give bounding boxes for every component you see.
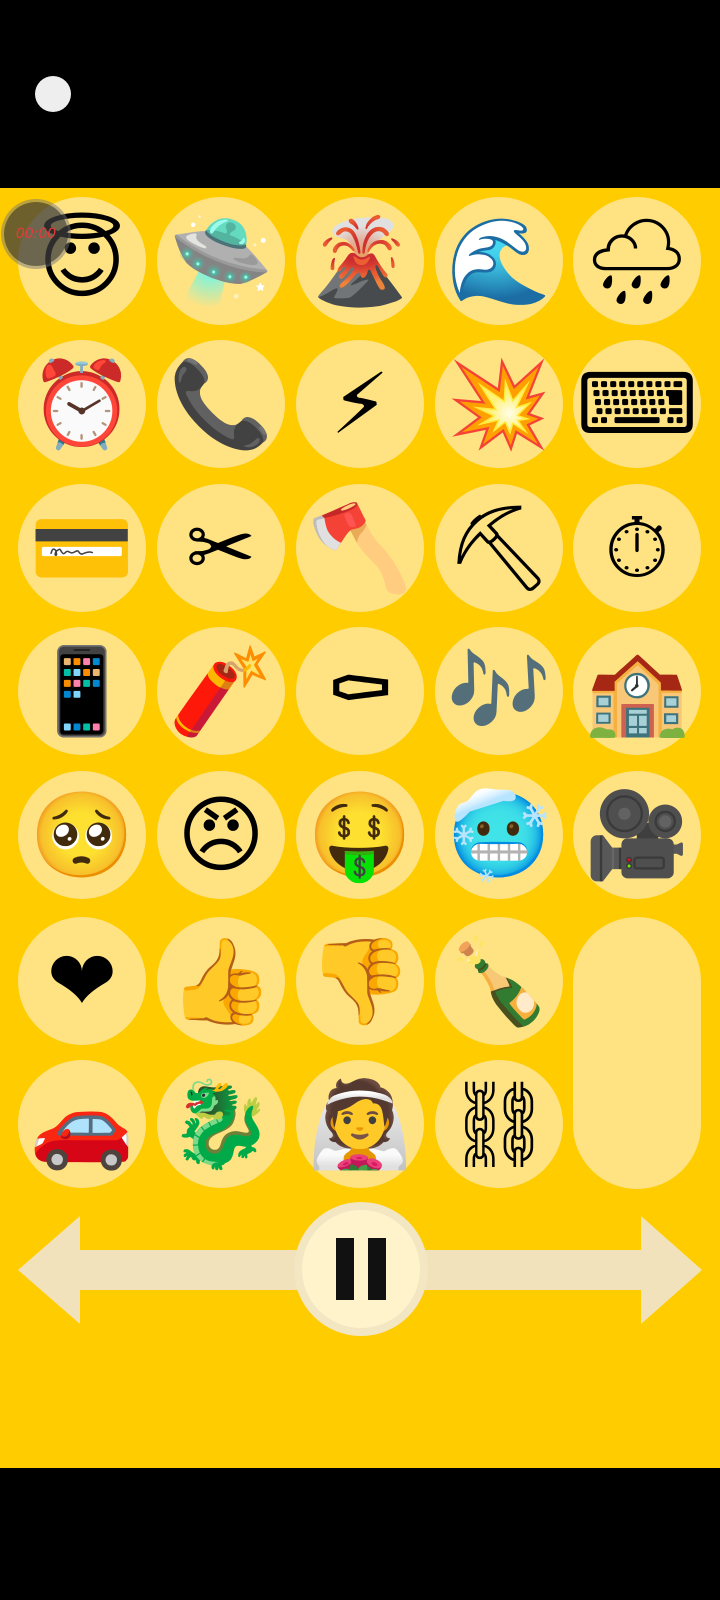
volcano-icon: 🌋 — [307, 212, 413, 310]
tile-flying-saucer[interactable]: 🛸 — [157, 197, 285, 325]
navigation-bar — [0, 1468, 720, 1600]
stopwatch-icon: ⏱ — [604, 499, 670, 597]
tile-money-mouth-face[interactable]: 🤑 — [296, 771, 424, 899]
arrow-left-icon[interactable] — [18, 1216, 300, 1324]
tile-axe[interactable]: 🪓 — [296, 484, 424, 612]
collision-icon: 💥 — [446, 355, 552, 453]
tile-musical-notes[interactable]: 🎶 — [435, 627, 563, 755]
musical-notes-icon: 🎶 — [446, 642, 552, 740]
tile-volcano[interactable]: 🌋 — [296, 197, 424, 325]
tile-coffin[interactable]: ⚰ — [296, 627, 424, 755]
telephone-receiver-icon: 📞 — [168, 355, 274, 453]
alarm-clock-icon: ⏰ — [29, 355, 135, 453]
timer-text: 00:00 — [15, 226, 57, 242]
tile-stopwatch[interactable]: ⏱ — [573, 484, 701, 612]
pick-icon: ⛏ — [445, 499, 553, 597]
cold-face-icon: 🥶 — [446, 786, 552, 884]
red-heart-icon: ❤ — [46, 932, 118, 1030]
tile-bottle-with-popping-cork[interactable]: 🍾 — [435, 917, 563, 1045]
automobile-icon: 🚗 — [29, 1075, 135, 1173]
tile-telephone-receiver[interactable]: 📞 — [157, 340, 285, 468]
pause-icon — [336, 1238, 354, 1300]
tile-cloud-with-rain[interactable]: 🌧 — [573, 197, 701, 325]
tile-pleading-face[interactable]: 🥺 — [18, 771, 146, 899]
coffin-icon: ⚰ — [324, 642, 396, 740]
bottle-with-popping-cork-icon: 🍾 — [446, 932, 552, 1030]
money-mouth-face-icon: 🤑 — [307, 786, 413, 884]
tile-woman-with-veil[interactable]: 👰 — [296, 1060, 424, 1188]
keyboard-icon: ⌨ — [576, 355, 698, 453]
tile-alarm-clock[interactable]: ⏰ — [18, 340, 146, 468]
tile-angry-face[interactable]: 😠 — [157, 771, 285, 899]
pause-icon-bar — [368, 1238, 386, 1300]
tile-movie-camera[interactable]: 🎥 — [573, 771, 701, 899]
mobile-phone-icon: 📱 — [29, 642, 135, 740]
tile-keyboard[interactable]: ⌨ — [573, 340, 701, 468]
firecracker-icon: 🧨 — [168, 642, 274, 740]
water-wave-icon: 🌊 — [446, 212, 552, 310]
empty-slot — [573, 917, 701, 1189]
tile-scissors[interactable]: ✂ — [157, 484, 285, 612]
flying-saucer-icon: 🛸 — [168, 212, 274, 310]
tile-cold-face[interactable]: 🥶 — [435, 771, 563, 899]
tile-mobile-phone[interactable]: 📱 — [18, 627, 146, 755]
tile-water-wave[interactable]: 🌊 — [435, 197, 563, 325]
pleading-face-icon: 🥺 — [29, 786, 135, 884]
axe-icon: 🪓 — [307, 499, 413, 597]
chains-icon: ⛓ — [445, 1075, 553, 1173]
cloud-with-rain-icon: 🌧 — [583, 212, 691, 310]
woman-with-veil-icon: 👰 — [307, 1075, 413, 1173]
tile-chains[interactable]: ⛓ — [435, 1060, 563, 1188]
angry-face-icon: 😠 — [177, 786, 265, 884]
tile-credit-card[interactable]: 💳 — [18, 484, 146, 612]
tile-high-voltage[interactable]: ⚡ — [296, 340, 424, 468]
timer-badge: 00:00 — [4, 202, 68, 266]
tile-collision[interactable]: 💥 — [435, 340, 563, 468]
tile-firecracker[interactable]: 🧨 — [157, 627, 285, 755]
school-icon: 🏫 — [584, 642, 690, 740]
tile-pick[interactable]: ⛏ — [435, 484, 563, 612]
arrow-right-icon[interactable] — [422, 1216, 702, 1324]
high-voltage-icon: ⚡ — [330, 355, 390, 453]
camera-cutout — [35, 76, 71, 112]
tile-thumbs-down[interactable]: 👎 — [296, 917, 424, 1045]
movie-camera-icon: 🎥 — [584, 786, 690, 884]
dragon-icon: 🐉 — [168, 1075, 274, 1173]
credit-card-icon: 💳 — [29, 499, 135, 597]
tile-dragon[interactable]: 🐉 — [157, 1060, 285, 1188]
pause-button[interactable] — [302, 1210, 420, 1328]
thumbs-down-icon: 👎 — [307, 932, 413, 1030]
scissors-icon: ✂ — [185, 499, 257, 597]
tile-automobile[interactable]: 🚗 — [18, 1060, 146, 1188]
thumbs-up-icon: 👍 — [168, 932, 274, 1030]
tile-red-heart[interactable]: ❤ — [18, 917, 146, 1045]
tile-school[interactable]: 🏫 — [573, 627, 701, 755]
tile-thumbs-up[interactable]: 👍 — [157, 917, 285, 1045]
status-bar — [0, 0, 720, 188]
